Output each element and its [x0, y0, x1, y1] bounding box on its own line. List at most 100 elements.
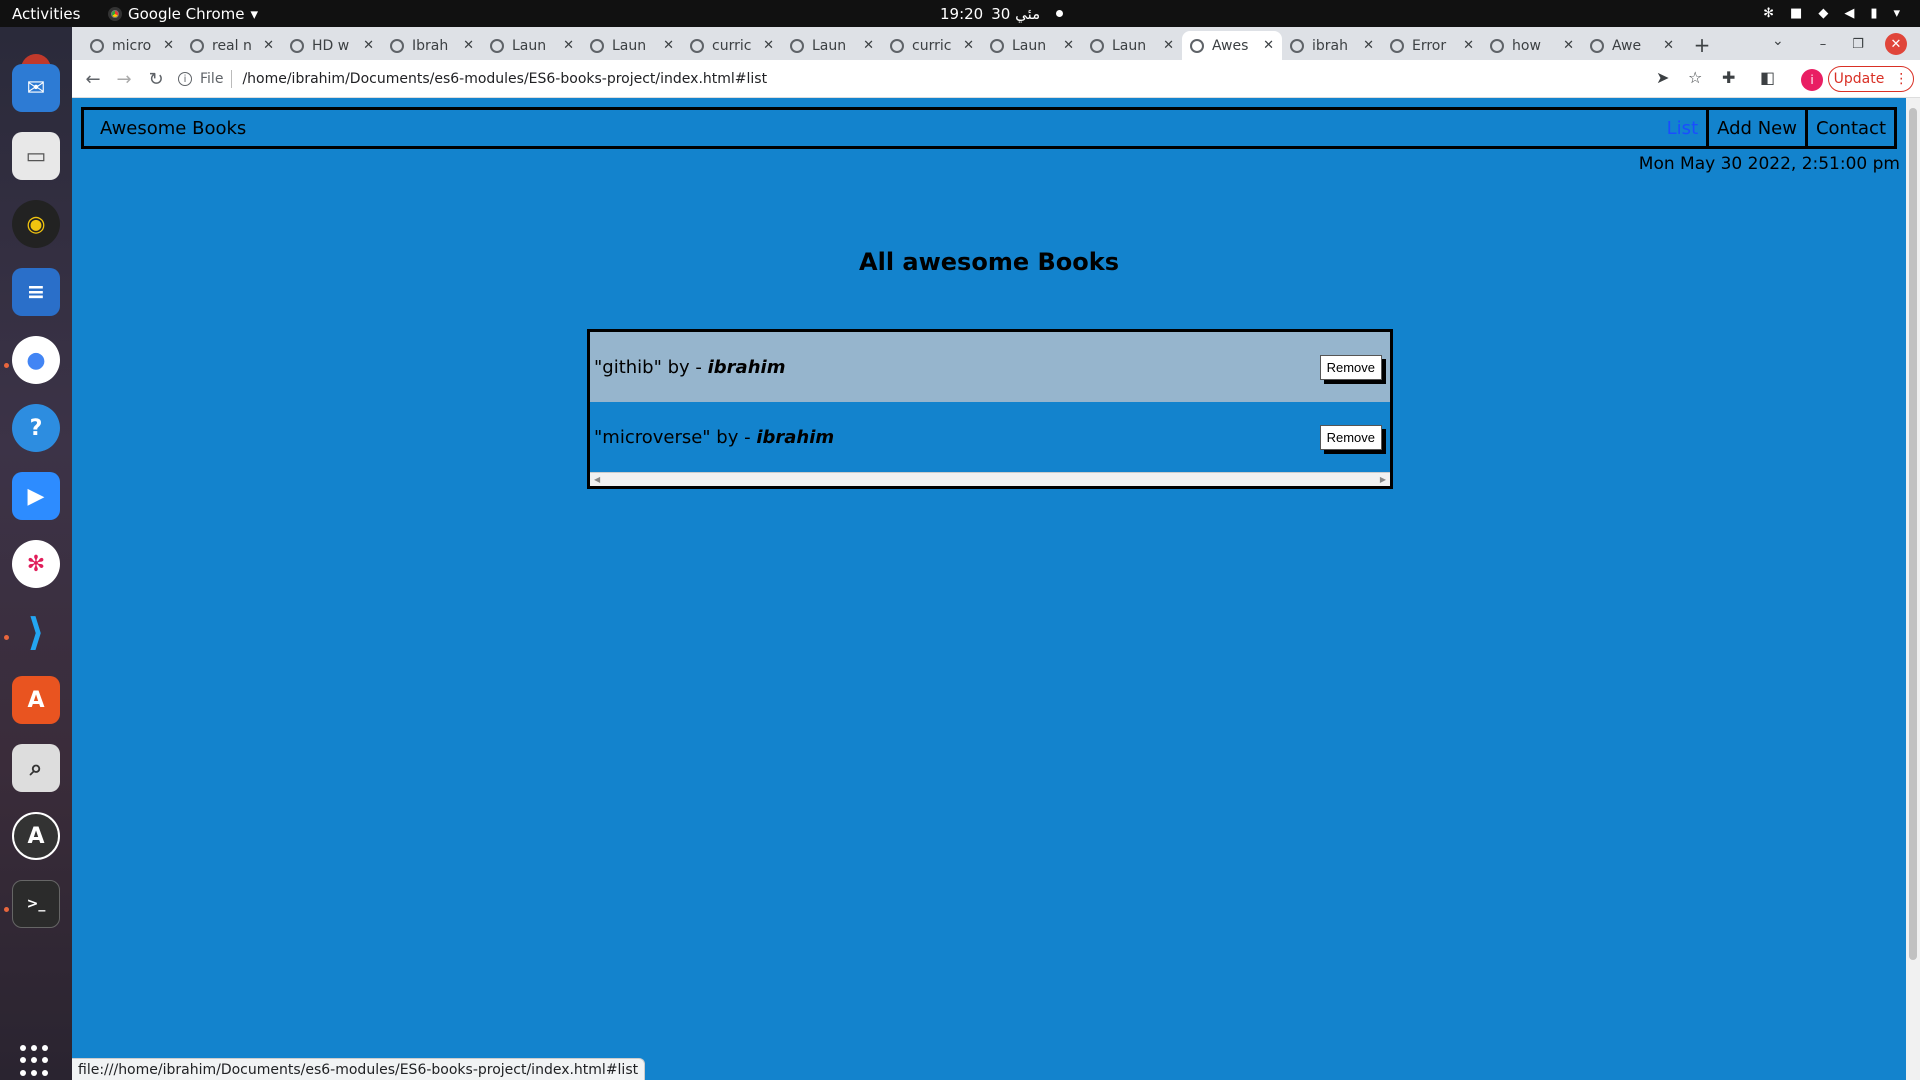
tab-close-icon[interactable]: ✕ — [463, 38, 474, 53]
remove-book-button[interactable]: Remove — [1319, 354, 1382, 380]
book-item: "githib" by - ibrahim Remove — [590, 332, 1390, 402]
info-icon[interactable]: i — [178, 72, 192, 86]
app-menu[interactable]: Google Chrome ▾ — [108, 0, 258, 27]
scrollbar-thumb[interactable] — [1909, 108, 1917, 960]
horizontal-scrollbar[interactable]: ◀ ▶ — [590, 472, 1390, 486]
system-top-bar: Activities Google Chrome ▾ 19:20 30 مئي … — [0, 0, 1920, 27]
tab-close-icon[interactable]: ✕ — [663, 38, 674, 53]
tab-close-icon[interactable]: ✕ — [563, 38, 574, 53]
site-brand: Awesome Books — [100, 117, 247, 139]
nav-link-contact[interactable]: Contact — [1804, 110, 1894, 146]
book-title: "microverse" by - — [594, 426, 757, 448]
tab-close-icon[interactable]: ✕ — [263, 38, 274, 53]
tab-close-icon[interactable]: ✕ — [1163, 38, 1174, 53]
url-text[interactable]: /home/ibrahim/Documents/es6-modules/ES6-… — [242, 71, 767, 87]
list-heading: All awesome Books — [859, 248, 1119, 276]
tab-close-icon[interactable]: ✕ — [1363, 38, 1374, 53]
writer-icon[interactable]: ≡ — [12, 268, 60, 316]
back-arrow-icon[interactable]: ← — [80, 66, 106, 92]
tab-close-icon[interactable]: ✕ — [363, 38, 374, 53]
browser-tab[interactable]: ibrah ✕ — [1282, 31, 1382, 60]
tab-title: how — [1512, 37, 1541, 54]
thunderbird-icon[interactable]: ✉ — [12, 64, 60, 112]
tab-close-icon[interactable]: ✕ — [1663, 38, 1674, 53]
tab-close-icon[interactable]: ✕ — [963, 38, 974, 53]
minimize-button[interactable]: – — [1812, 33, 1834, 55]
files-icon[interactable]: ▭ — [12, 132, 60, 180]
browser-tab[interactable]: Laun ✕ — [482, 31, 582, 60]
scroll-left-arrow-icon[interactable]: ◀ — [594, 475, 600, 484]
activities-button[interactable]: Activities — [12, 0, 80, 27]
notification-dot-icon — [1056, 10, 1064, 17]
bookmark-star-icon[interactable]: ☆ — [1688, 68, 1702, 87]
browser-tab[interactable]: Ibrah ✕ — [382, 31, 482, 60]
tab-title: Ibrah — [412, 37, 449, 54]
tab-strip: micro ✕ real n ✕ HD w ✕ Ibrah ✕ Laun ✕ Laun ✕ curric… — [72, 27, 1920, 60]
tab-title: curric — [712, 37, 752, 54]
tab-favicon-icon — [90, 38, 104, 53]
browser-tab[interactable]: curric ✕ — [682, 31, 782, 60]
browser-tab[interactable]: Laun ✕ — [1082, 31, 1182, 60]
browser-tab[interactable]: HD w ✕ — [282, 31, 382, 60]
update-button[interactable]: Update ⋮ — [1828, 66, 1914, 92]
tab-favicon-icon — [390, 38, 404, 53]
browser-tab[interactable]: micro ✕ — [82, 31, 182, 60]
browser-tab[interactable]: curric ✕ — [882, 31, 982, 60]
screenshot-icon[interactable]: ⌕ — [12, 744, 60, 792]
show-apps-grid-icon[interactable] — [20, 1045, 52, 1077]
vertical-scrollbar[interactable] — [1906, 98, 1920, 1080]
side-panel-icon[interactable]: ◧ — [1760, 68, 1775, 87]
restore-button[interactable]: ❐ — [1847, 33, 1869, 55]
nav-link-add-new[interactable]: Add New — [1706, 110, 1805, 146]
nav-link-list[interactable]: List — [1659, 110, 1706, 146]
tab-favicon-icon — [890, 38, 904, 53]
send-icon[interactable]: ➤ — [1656, 68, 1669, 87]
tab-close-icon[interactable]: ✕ — [763, 38, 774, 53]
new-tab-button[interactable]: + — [1688, 31, 1716, 59]
help-icon[interactable]: ? — [12, 404, 60, 452]
browser-tab[interactable]: Laun ✕ — [782, 31, 882, 60]
tab-close-icon[interactable]: ✕ — [1063, 38, 1074, 53]
browser-tab[interactable]: Awes ✕ — [1182, 31, 1282, 60]
reload-icon[interactable]: ↻ — [143, 66, 169, 92]
browser-tab[interactable]: Laun ✕ — [582, 31, 682, 60]
software-center-icon[interactable]: A — [12, 676, 60, 724]
browser-tab[interactable]: how ✕ — [1482, 31, 1582, 60]
tab-close-icon[interactable]: ✕ — [863, 38, 874, 53]
rhythmbox-icon[interactable]: ◉ — [12, 200, 60, 248]
tab-close-icon[interactable]: ✕ — [163, 38, 174, 53]
volume-icon: ◀ — [1844, 6, 1855, 21]
current-datetime: Mon May 30 2022, 2:51:00 pm — [1638, 154, 1900, 174]
tab-search-chevron-icon[interactable]: ⌄ — [1772, 33, 1784, 49]
forward-arrow-icon[interactable]: → — [111, 66, 137, 92]
address-bar[interactable]: i File /home/ibrahim/Documents/es6-modul… — [178, 64, 1658, 94]
book-item: "microverse" by - ibrahim Remove — [590, 402, 1390, 472]
url-divider — [231, 70, 233, 88]
terminal-icon[interactable]: >_ — [12, 880, 60, 928]
scroll-right-arrow-icon[interactable]: ▶ — [1380, 475, 1386, 484]
extensions-puzzle-icon[interactable]: ✚ — [1722, 68, 1735, 87]
browser-tab[interactable]: Awe ✕ — [1582, 31, 1682, 60]
browser-tab[interactable]: real n ✕ — [182, 31, 282, 60]
browser-tab[interactable]: Error ✕ — [1382, 31, 1482, 60]
close-window-button[interactable]: ✕ — [1885, 33, 1907, 55]
remove-book-button[interactable]: Remove — [1319, 424, 1382, 450]
link-status-bar: file:///home/ibrahim/Documents/es6-modul… — [72, 1058, 646, 1080]
updater-icon[interactable]: A — [12, 812, 60, 860]
chrome-dock-icon[interactable]: ● — [12, 336, 60, 384]
vscode-icon[interactable]: ⟩ — [12, 608, 60, 656]
tab-close-icon[interactable]: ✕ — [1263, 38, 1274, 53]
tab-title: Awe — [1612, 37, 1642, 54]
slack-icon[interactable]: ✻ — [12, 540, 60, 588]
browser-window: micro ✕ real n ✕ HD w ✕ Ibrah ✕ Laun ✕ Laun ✕ curric… — [72, 27, 1920, 1080]
zoom-icon[interactable]: ▶ — [12, 472, 60, 520]
tab-close-icon[interactable]: ✕ — [1463, 38, 1474, 53]
profile-avatar[interactable]: i — [1801, 69, 1823, 91]
tab-favicon-icon — [490, 38, 504, 53]
tab-close-icon[interactable]: ✕ — [1563, 38, 1574, 53]
system-tray[interactable]: ✻ ■ ◆ ◀ ▮ ▾ — [1763, 0, 1900, 27]
tab-favicon-icon — [1290, 38, 1304, 53]
book-text: "microverse" by - ibrahim — [594, 427, 834, 448]
clock[interactable]: 19:20 30 مئي — [940, 0, 1064, 27]
browser-tab[interactable]: Laun ✕ — [982, 31, 1082, 60]
